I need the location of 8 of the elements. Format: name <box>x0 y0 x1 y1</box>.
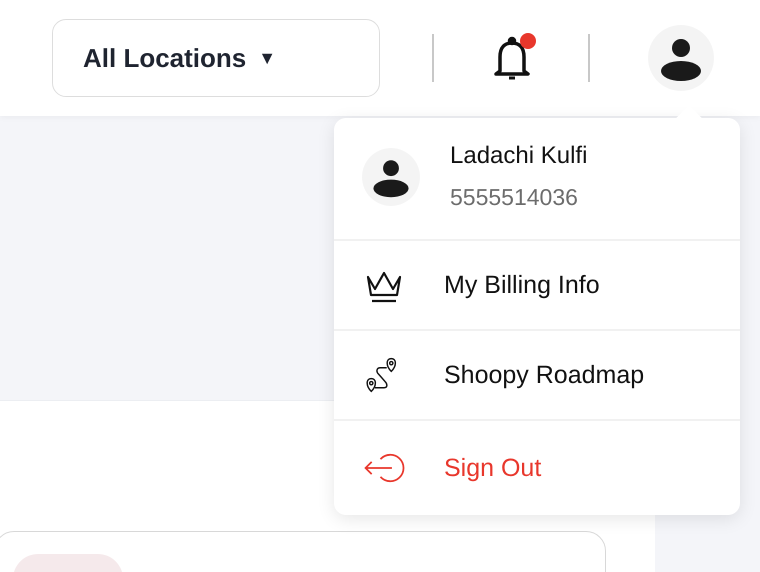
menu-item[interactable]: My Billing Info <box>334 241 740 331</box>
avatar-icon[interactable] <box>648 25 714 91</box>
location-dropdown[interactable]: All Locations ▼ <box>52 19 380 97</box>
menu-item[interactable]: Sign Out <box>334 421 740 515</box>
user-name: Ladachi Kulfi <box>450 142 588 170</box>
avatar-icon[interactable] <box>362 148 420 206</box>
menu-item[interactable]: Shoopy Roadmap <box>334 331 740 421</box>
user-phone: 5555514036 <box>450 184 579 211</box>
